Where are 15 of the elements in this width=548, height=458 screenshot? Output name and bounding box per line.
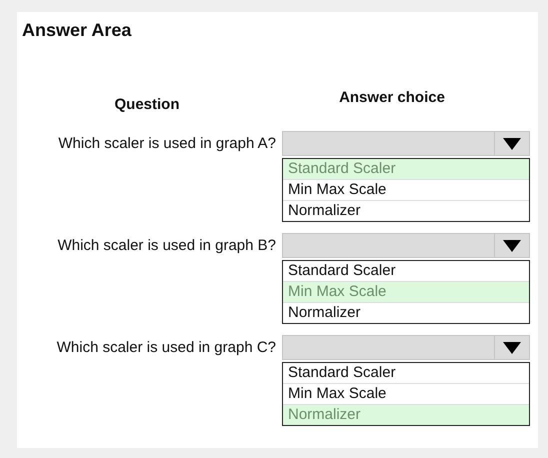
question-text: Which scaler is used in graph B? bbox=[56, 236, 277, 256]
column-header: Answer choice bbox=[338, 89, 446, 108]
list-option[interactable]: Standard Scaler bbox=[283, 363, 529, 384]
list-option[interactable]: Normalizer bbox=[283, 303, 529, 323]
list-option[interactable]: Min Max Scale bbox=[283, 180, 529, 201]
dropdown[interactable] bbox=[282, 131, 530, 156]
dropdown[interactable] bbox=[282, 233, 530, 258]
dropdown-arrow-icon bbox=[502, 340, 522, 354]
dropdown-arrow-icon bbox=[502, 238, 522, 252]
dropdown[interactable] bbox=[282, 335, 530, 360]
dropdown-arrow-icon bbox=[502, 136, 522, 150]
list-option[interactable]: Normalizer bbox=[283, 201, 529, 221]
question-text: Which scaler is used in graph C? bbox=[56, 338, 277, 358]
question-text: Which scaler is used in graph A? bbox=[57, 134, 277, 154]
column-header: Question bbox=[113, 95, 180, 113]
